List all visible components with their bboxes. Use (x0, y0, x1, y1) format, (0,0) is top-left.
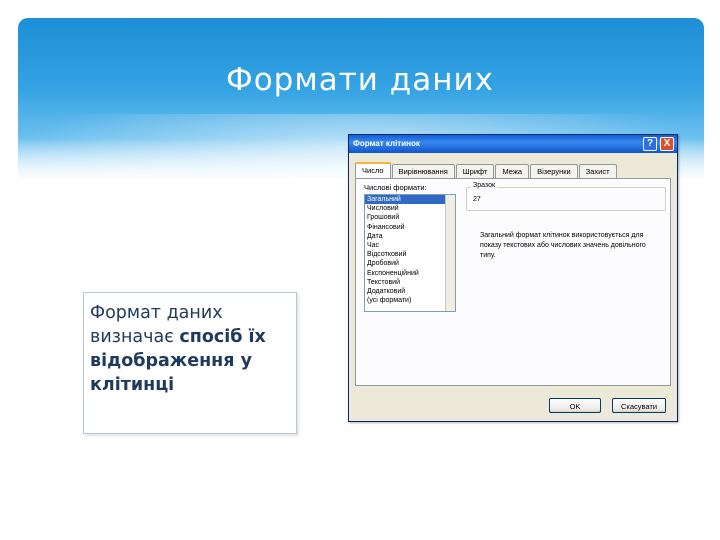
sample-group: Зразок 27 (466, 182, 666, 211)
category-item[interactable]: Фінансовий (365, 223, 455, 232)
tab-alignment[interactable]: Вирівнювання (391, 164, 455, 179)
tab-protection[interactable]: Захист (578, 164, 617, 179)
sample-value: 27 (473, 196, 481, 203)
help-icon[interactable]: ? (643, 137, 657, 151)
tab-font[interactable]: Шрифт (455, 164, 495, 179)
category-item[interactable]: Дробовий (365, 259, 455, 268)
slide-title: Формати даних (226, 62, 494, 98)
category-item[interactable]: Грошовий (365, 213, 455, 222)
category-label: Числові формати: (364, 183, 427, 192)
cancel-button[interactable]: Скасувати (612, 398, 666, 413)
tab-border[interactable]: Межа (495, 164, 530, 179)
ok-button[interactable]: OK (549, 398, 601, 413)
category-item[interactable]: Додатковий (365, 287, 455, 296)
dialog-tabs: Число Вирівнювання Шрифт Межа Візерунки … (355, 162, 618, 180)
number-tab-panel: Числові формати: Загальний Числовий Грош… (355, 178, 671, 386)
dialog-titlebar: Формат клітинок (349, 135, 677, 153)
category-item[interactable]: Текстовий (365, 278, 455, 287)
category-scrollbar[interactable] (445, 195, 455, 311)
category-item[interactable]: Експоненційний (365, 269, 455, 278)
category-item[interactable]: Дата (365, 232, 455, 241)
definition-text-box: Формат даних визначає спосіб їх відображ… (83, 292, 297, 434)
category-item[interactable]: Числовий (365, 204, 455, 213)
sample-label: Зразок (471, 182, 498, 189)
dialog-title: Формат клітинок (353, 139, 420, 148)
category-item[interactable]: Відсотковий (365, 250, 455, 259)
category-item[interactable]: (усі формати) (365, 296, 455, 305)
category-item[interactable]: Час (365, 241, 455, 250)
close-icon[interactable]: X (660, 137, 674, 151)
category-item[interactable]: Загальний (365, 195, 455, 205)
tab-patterns[interactable]: Візерунки (530, 164, 578, 179)
format-description: Загальний формат клітинок використовуєть… (480, 232, 646, 259)
category-list[interactable]: Загальний Числовий Грошовий Фінансовий Д… (364, 194, 456, 312)
format-cells-dialog-screenshot: Формат клітинок ? X Число Вирівнювання Ш… (348, 134, 678, 422)
